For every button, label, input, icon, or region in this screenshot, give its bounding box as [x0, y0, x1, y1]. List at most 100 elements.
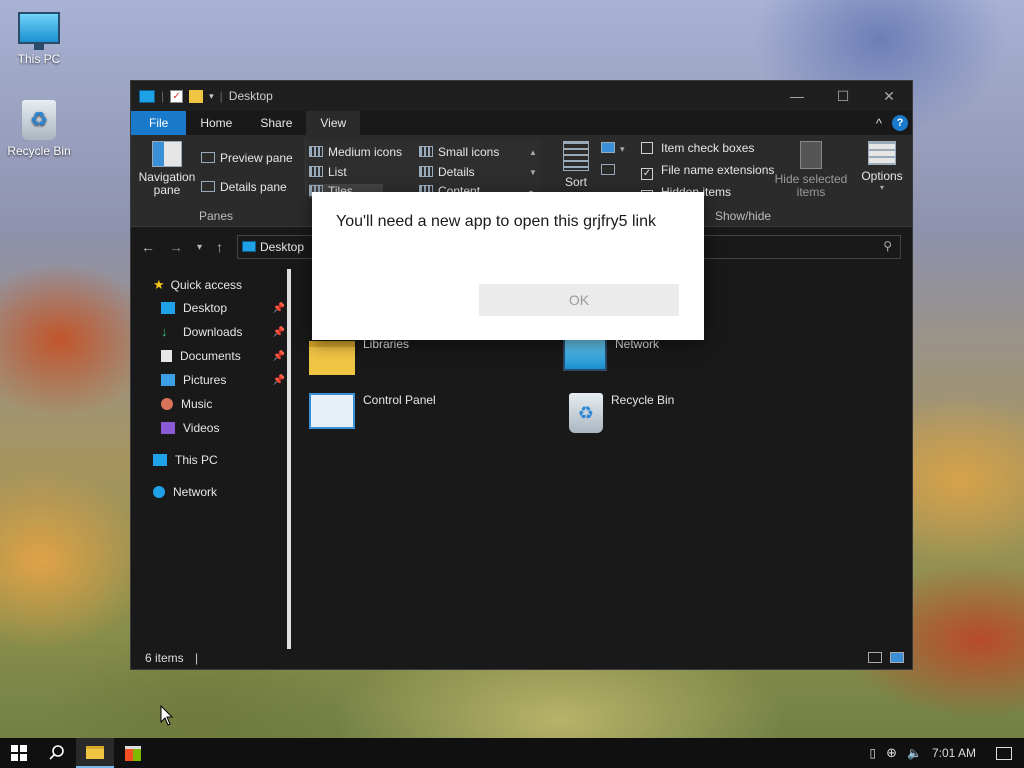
- desktop-icon-this-pc[interactable]: This PC: [4, 12, 74, 66]
- nav-pane-scrollbar[interactable]: [287, 269, 291, 649]
- group-by-button[interactable]: ▾: [601, 141, 625, 155]
- search-icon: ⚲: [883, 239, 892, 253]
- monitor-icon: [18, 12, 60, 50]
- nav-this-pc[interactable]: This PC: [153, 453, 218, 467]
- details-icon: [419, 166, 433, 177]
- list-item-network[interactable]: Network: [563, 337, 659, 371]
- desktop-icon-recycle-bin[interactable]: ♻ Recycle Bin: [4, 100, 74, 158]
- ok-button[interactable]: OK: [479, 284, 679, 316]
- start-button[interactable]: [0, 738, 38, 768]
- item-count: 6 items: [145, 651, 184, 665]
- status-bar: 6 items |: [131, 647, 912, 669]
- back-arrow-icon[interactable]: ←: [141, 239, 155, 255]
- up-arrow-icon[interactable]: ↑: [216, 239, 223, 255]
- desktop-icon: [139, 89, 155, 103]
- new-folder-icon[interactable]: [189, 89, 204, 103]
- title-bar: | ✓ ▾ | Desktop — ☐ ✕: [131, 81, 912, 111]
- sort-button[interactable]: Sort: [559, 141, 593, 189]
- store-taskbar-button[interactable]: [114, 738, 152, 768]
- navigation-pane-button[interactable]: Navigation pane: [137, 141, 197, 197]
- help-icon[interactable]: ?: [892, 115, 908, 131]
- recent-locations-chevron-icon[interactable]: ▾: [197, 242, 202, 253]
- nav-item-videos[interactable]: Videos: [161, 421, 219, 435]
- forward-arrow-icon[interactable]: →: [169, 239, 183, 255]
- clock[interactable]: 7:01 AM: [932, 746, 976, 760]
- network-icon: [563, 337, 607, 371]
- search-input[interactable]: ⚲: [701, 235, 901, 259]
- explorer-window: | ✓ ▾ | Desktop — ☐ ✕ File Home Share Vi…: [130, 80, 913, 670]
- network-globe-icon[interactable]: ⊕: [886, 745, 897, 761]
- tab-view[interactable]: View: [306, 111, 361, 135]
- quick-access-toolbar: | ✓ ▾ |: [139, 89, 223, 103]
- control-panel-icon: [309, 393, 355, 429]
- small-icons-icon: [419, 146, 433, 157]
- layout-list[interactable]: List: [309, 165, 347, 179]
- nav-item-music[interactable]: Music: [161, 397, 212, 411]
- large-icons-view-icon[interactable]: [890, 652, 904, 663]
- checkbox-unchecked[interactable]: [641, 142, 653, 154]
- group-by-icon: [601, 142, 615, 153]
- taskbar: ▯ ⊕ 🔈 7:01 AM: [0, 738, 1024, 768]
- pin-icon[interactable]: 📌: [273, 303, 285, 314]
- volume-muted-icon[interactable]: 🔈: [907, 746, 922, 760]
- item-check-boxes-toggle[interactable]: Item check boxes: [641, 141, 754, 155]
- file-explorer-taskbar-button[interactable]: [76, 738, 114, 768]
- group-label-panes: Panes: [199, 209, 234, 223]
- nav-item-desktop[interactable]: Desktop 📌: [161, 301, 285, 315]
- options-button[interactable]: Options ▾: [857, 141, 907, 192]
- layout-medium-icons[interactable]: Medium icons: [309, 145, 402, 159]
- pin-icon[interactable]: 📌: [273, 351, 285, 362]
- list-item-libraries[interactable]: Libraries: [309, 337, 409, 375]
- tab-home[interactable]: Home: [186, 111, 246, 135]
- nav-item-downloads[interactable]: ↓ Downloads 📌: [161, 325, 285, 339]
- checkbox-checked[interactable]: ✓: [641, 168, 653, 180]
- notification-icon[interactable]: [996, 746, 1012, 760]
- windows-logo-icon: [11, 745, 27, 761]
- dialog-message: You'll need a new app to open this grjfr…: [336, 213, 657, 230]
- navigation-pane: ★ Quick access Desktop 📌 ↓ Downloads 📌 Docum…: [131, 269, 289, 647]
- ribbon-tabs: File Home Share View ^ ?: [131, 111, 912, 135]
- maximize-button[interactable]: ☐: [820, 81, 866, 111]
- recycle-bin-icon: ♻: [22, 100, 56, 140]
- minimize-button[interactable]: —: [774, 81, 820, 111]
- tab-file[interactable]: File: [131, 111, 187, 135]
- properties-icon[interactable]: ✓: [170, 89, 184, 103]
- nav-network[interactable]: Network: [153, 485, 217, 499]
- usb-icon[interactable]: ▯: [870, 746, 877, 760]
- layout-details[interactable]: Details: [419, 165, 475, 179]
- recycle-bin-icon: ♻: [569, 393, 603, 433]
- sort-icon: [563, 141, 589, 171]
- medium-icons-icon: [309, 146, 323, 157]
- pin-icon[interactable]: 📌: [273, 327, 285, 338]
- list-icon: [309, 166, 323, 177]
- window-title: Desktop: [228, 89, 273, 103]
- preview-pane-button[interactable]: Preview pane: [201, 151, 293, 165]
- hide-selected-items-button[interactable]: Hide selected items: [771, 141, 851, 199]
- system-tray: ▯ ⊕ 🔈 7:01 AM: [870, 745, 1024, 761]
- options-icon: [868, 141, 896, 165]
- tab-share[interactable]: Share: [246, 111, 306, 135]
- pin-icon[interactable]: 📌: [273, 375, 285, 386]
- list-item-control-panel[interactable]: Control Panel: [309, 393, 436, 429]
- file-name-extensions-toggle[interactable]: ✓ File name extensions: [641, 163, 774, 180]
- desktop-icon-label: Recycle Bin: [7, 144, 71, 158]
- details-pane-button[interactable]: Details pane: [201, 180, 287, 194]
- navigation-pane-icon: [152, 141, 182, 167]
- close-button[interactable]: ✕: [866, 81, 912, 111]
- add-columns-icon: [601, 164, 615, 175]
- details-view-icon[interactable]: [868, 652, 882, 663]
- nav-item-pictures[interactable]: Pictures 📌: [161, 373, 285, 387]
- folder-icon: [86, 745, 104, 759]
- layout-small-icons[interactable]: Small icons: [419, 145, 499, 159]
- videos-icon: [161, 422, 175, 434]
- nav-item-documents[interactable]: Documents 📌: [161, 349, 285, 363]
- chevron-down-icon[interactable]: ▾: [209, 91, 214, 102]
- search-button[interactable]: [38, 738, 76, 768]
- list-item-recycle-bin[interactable]: ♻ Recycle Bin: [563, 393, 674, 433]
- group-label-show-hide: Show/hide: [715, 209, 772, 223]
- documents-icon: [161, 350, 172, 362]
- collapse-ribbon-icon[interactable]: ^: [876, 116, 882, 131]
- add-columns-button[interactable]: [601, 163, 620, 177]
- nav-quick-access[interactable]: ★ Quick access: [153, 277, 242, 293]
- search-icon: [49, 745, 64, 760]
